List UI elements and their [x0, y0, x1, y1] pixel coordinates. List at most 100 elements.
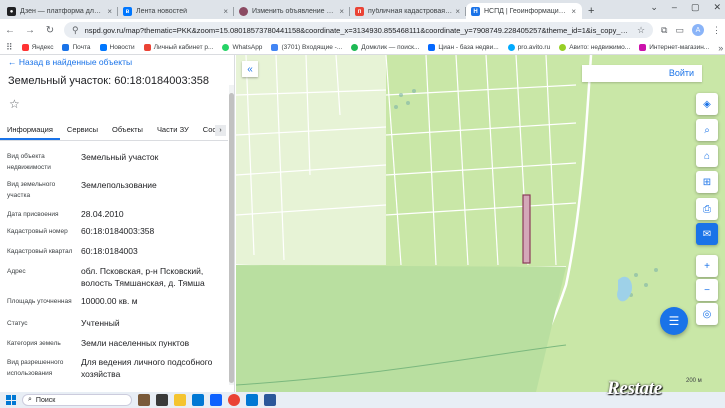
bookmark-item[interactable]: Личный кабинет р...: [143, 44, 213, 51]
avito-pro-icon: [507, 44, 515, 51]
side-panel-icon[interactable]: ▭: [675, 25, 684, 36]
close-tab-icon[interactable]: ×: [571, 7, 576, 16]
new-tab-icon[interactable]: +: [588, 3, 594, 19]
bookmark-item[interactable]: (3701) Входящие -...: [271, 44, 342, 51]
bookmark-label: (3701) Входящие -...: [281, 44, 343, 51]
tab-search-icon[interactable]: ⌄: [650, 2, 658, 13]
search-map-button[interactable]: ⌕: [696, 119, 718, 141]
close-tab-icon[interactable]: ×: [339, 7, 344, 16]
vk-icon: [99, 44, 107, 51]
map-canvas[interactable]: « Войти ◈ ⌕ ⌂ ⊞ ⎙ ✉ + − ◎ ☰ 200 м: [236, 55, 725, 392]
favorite-star-icon[interactable]: ☆: [9, 97, 20, 111]
close-window-icon[interactable]: ✕: [713, 2, 721, 13]
minus-icon: −: [704, 284, 710, 296]
shop-icon: [639, 44, 647, 51]
bookmark-item[interactable]: Циан - база недви...: [428, 44, 499, 51]
widgets-icon[interactable]: [138, 394, 150, 406]
property-value: обл. Псковская, р-н Псковский, волость Т…: [81, 266, 205, 288]
whatsapp-icon: [222, 44, 230, 51]
collapse-panel-button[interactable]: «: [242, 61, 258, 77]
property-value: Землепользование: [81, 180, 157, 190]
measure-button[interactable]: ⊞: [696, 171, 718, 193]
site-info-icon[interactable]: ⚲: [72, 25, 79, 36]
bookmark-label: Интернет-магазин...: [649, 44, 710, 51]
outlook-icon[interactable]: [210, 394, 222, 406]
browser-tab-5[interactable]: Н НСПД | Геоинформационный ×: [466, 3, 582, 19]
property-value: 10000.00 кв. м: [81, 296, 138, 306]
property-value: 60:18:0184003:358: [81, 226, 155, 236]
feedback-button[interactable]: ✉: [696, 223, 718, 245]
store-icon[interactable]: [246, 394, 258, 406]
browser-tab-bar: ● Дзен — платформа для прос × в Лента но…: [0, 0, 725, 19]
layers-button[interactable]: ◈: [696, 93, 718, 115]
locate-button[interactable]: ◎: [696, 303, 718, 325]
selected-parcel[interactable]: [523, 195, 530, 263]
windows-start-icon[interactable]: [6, 395, 16, 405]
bookmark-item[interactable]: Яндекс: [21, 44, 53, 51]
zoom-in-button[interactable]: +: [696, 255, 718, 277]
chat-button[interactable]: ☰: [660, 307, 688, 335]
bookmark-item[interactable]: pro.avito.ru: [507, 44, 551, 51]
property-label: Статус: [7, 320, 28, 327]
print-button[interactable]: ⎙: [696, 198, 718, 220]
forward-arrow-icon[interactable]: →: [24, 25, 36, 36]
bookmark-item[interactable]: Домклик — поиск...: [351, 44, 419, 51]
bookmark-label: WhatsApp: [232, 44, 263, 51]
more-bookmarks-icon[interactable]: »: [718, 43, 723, 53]
taskbar-search-input[interactable]: ⌕ Поиск: [22, 394, 132, 406]
object-info-panel: ← Назад в найденные объекты Земельный уч…: [0, 55, 235, 392]
tab-services[interactable]: Сервисы: [60, 121, 105, 140]
task-view-icon[interactable]: [156, 394, 168, 406]
tab-information[interactable]: Информация: [0, 121, 60, 140]
bookmark-label: pro.avito.ru: [517, 44, 551, 51]
map-scale: 200 м: [686, 378, 702, 384]
home-button[interactable]: ⌂: [696, 145, 718, 167]
browser-tab-1[interactable]: ● Дзен — платформа для прос ×: [2, 3, 118, 19]
bookmark-item[interactable]: WhatsApp: [222, 44, 262, 51]
print-icon: ⎙: [703, 203, 711, 215]
address-bar[interactable]: ⚲ nspd.gov.ru/map?thematic=PKK&zoom=15.0…: [64, 22, 654, 38]
bookmark-item[interactable]: Авито: недвижимо...: [559, 44, 630, 51]
browser-toolbar: ← → ↻ ⚲ nspd.gov.ru/map?thematic=PKK&zoo…: [0, 19, 725, 41]
minimize-icon[interactable]: –: [672, 2, 677, 13]
back-arrow-icon[interactable]: ←: [4, 25, 16, 36]
chat-icon: ☰: [668, 314, 680, 328]
plus-icon: +: [704, 260, 710, 272]
panel-scrollbar-thumb[interactable]: [229, 93, 234, 383]
speech-bubble-icon: ✉: [702, 228, 712, 240]
bookmark-item[interactable]: Почта: [62, 44, 91, 51]
bookmark-star-icon[interactable]: ☆: [637, 25, 645, 36]
property-label: Кадастровый номер: [7, 228, 68, 235]
vk-favicon-icon: в: [123, 7, 132, 16]
property-label: Кадастровый квартал: [7, 248, 73, 255]
browser-tab-2[interactable]: в Лента новостей ×: [118, 3, 234, 19]
yandex-icon: [21, 44, 29, 51]
edge-icon[interactable]: [192, 394, 204, 406]
extensions-icon[interactable]: ⧉: [661, 25, 667, 36]
close-tab-icon[interactable]: ×: [223, 7, 228, 16]
domclick-icon: [351, 44, 359, 51]
property-label: Вид разрешенного использования: [7, 359, 64, 377]
reload-icon[interactable]: ↻: [44, 25, 56, 36]
word-icon[interactable]: [264, 394, 276, 406]
zoom-out-button[interactable]: −: [696, 279, 718, 301]
tab-parts[interactable]: Части ЗУ: [150, 121, 196, 140]
close-tab-icon[interactable]: ×: [107, 7, 112, 16]
menu-dots-icon[interactable]: ⋮: [712, 25, 721, 36]
maximize-icon[interactable]: ▢: [691, 2, 700, 13]
browser-tab-4[interactable]: п публичная кадастровая карта ×: [350, 3, 466, 19]
map-favicon-icon: п: [355, 7, 364, 16]
bookmark-item[interactable]: Интернет-магазин...: [639, 44, 709, 51]
login-button[interactable]: Войти: [582, 65, 702, 82]
profile-avatar[interactable]: A: [692, 24, 704, 36]
browser-tab-3[interactable]: Изменить объявление #2251 ×: [234, 3, 350, 19]
chrome-icon[interactable]: [228, 394, 240, 406]
tabs-next-arrow-icon[interactable]: ›: [215, 125, 226, 136]
tab-objects[interactable]: Объекты: [105, 121, 150, 140]
close-tab-icon[interactable]: ×: [455, 7, 460, 16]
bookmark-item[interactable]: Новости: [99, 44, 135, 51]
file-explorer-icon[interactable]: [174, 394, 186, 406]
cian-icon: [428, 44, 436, 51]
apps-grid-icon[interactable]: ⠿: [6, 42, 13, 53]
back-to-results-link[interactable]: ← Назад в найденные объекты: [8, 57, 132, 67]
